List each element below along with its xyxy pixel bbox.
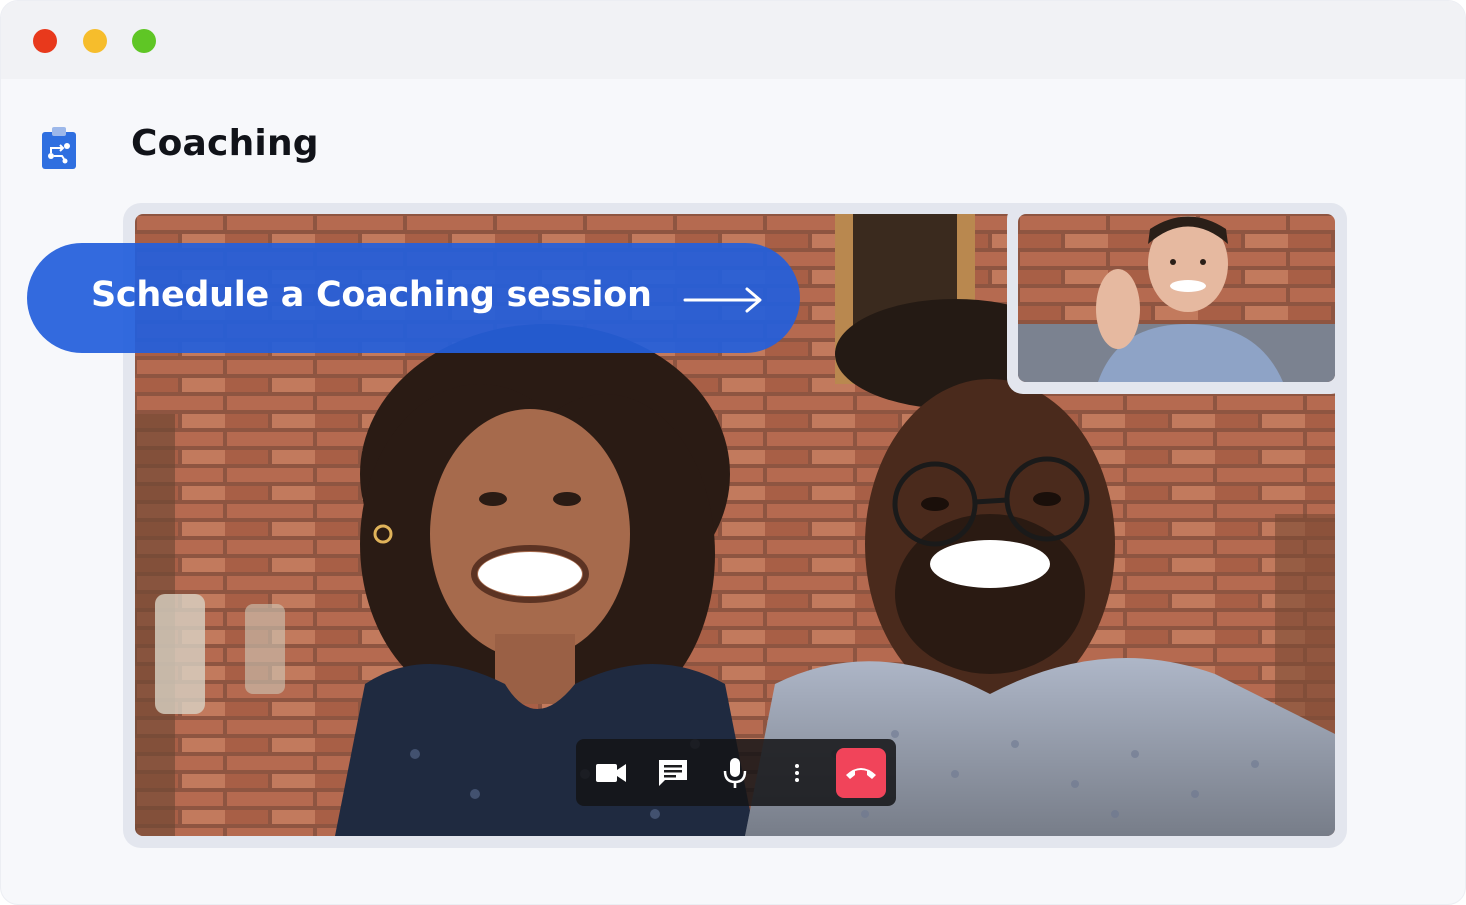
maximize-window-button[interactable] [132, 29, 156, 53]
close-window-button[interactable] [33, 29, 57, 53]
self-view-tile[interactable] [1007, 203, 1347, 394]
end-call-button[interactable] [836, 748, 886, 798]
minimize-window-button[interactable] [83, 29, 107, 53]
microphone-toggle-button[interactable] [710, 739, 760, 806]
schedule-session-label: Schedule a Coaching session [91, 275, 652, 315]
more-options-button[interactable] [772, 739, 822, 806]
schedule-session-button[interactable]: Schedule a Coaching session [27, 243, 800, 353]
chat-bubble-icon [659, 759, 687, 786]
clipboard-flow-icon [41, 126, 77, 170]
phone-hangup-icon [846, 768, 876, 779]
call-controls-bar [576, 739, 896, 806]
more-vertical-icon [795, 763, 799, 782]
microphone-icon [723, 757, 747, 788]
app-window: Coaching Schedule a Coaching session [0, 0, 1466, 905]
chat-button[interactable] [648, 739, 698, 806]
title-bar [1, 1, 1465, 79]
video-camera-icon [596, 763, 626, 782]
page-title: Coaching [131, 123, 319, 164]
arrow-right-icon [683, 285, 763, 319]
camera-toggle-button[interactable] [586, 739, 636, 806]
coach-participant-video [1018, 214, 1335, 382]
